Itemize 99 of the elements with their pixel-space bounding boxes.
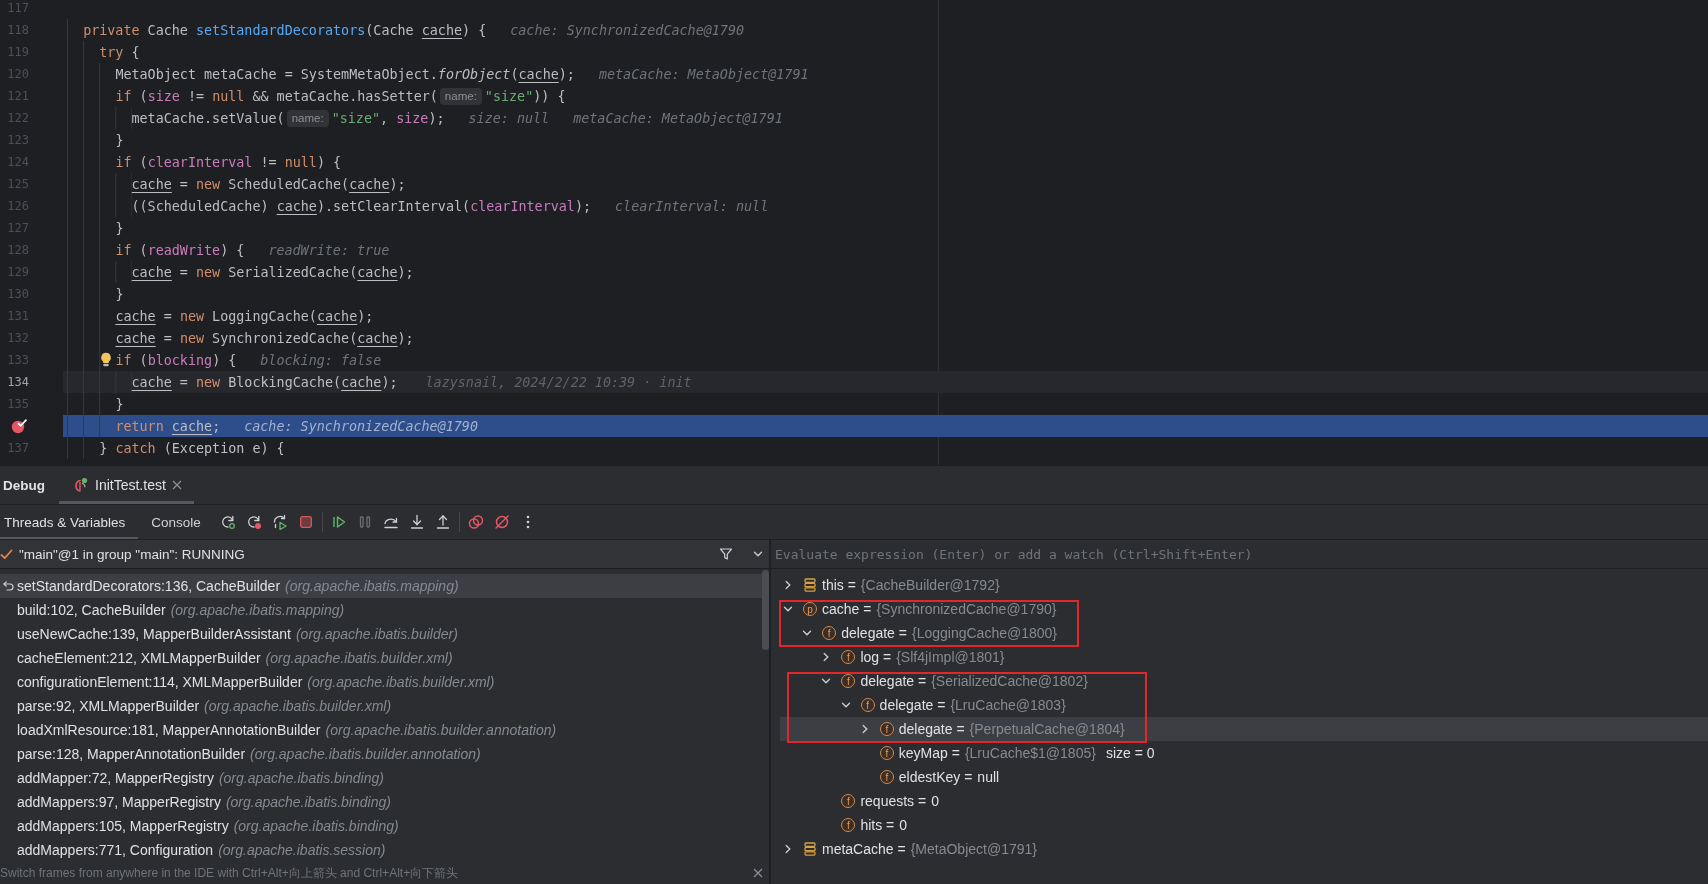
code-text: } bbox=[115, 286, 124, 302]
breakpoint-icon[interactable] bbox=[11, 418, 27, 434]
breakpoints-icon[interactable] bbox=[467, 514, 484, 530]
inline-value: readWrite: true bbox=[268, 242, 390, 258]
field-icon: f bbox=[879, 722, 894, 736]
stack-frame[interactable]: addMappers:105, MapperRegistry (org.apache.ibatis.binding) bbox=[0, 814, 762, 838]
inline-value: cache: SynchronizedCache@1790 bbox=[510, 22, 745, 38]
stack-frame[interactable]: parse:128, MapperAnnotationBuilder (org.apache.ibatis.builder.annotation) bbox=[0, 742, 762, 766]
stack-frame[interactable]: build:102, CacheBuilder (org.apache.ibatis.mapping) bbox=[0, 598, 762, 622]
variable-entry[interactable]: metaCache = {MetaObject@1791} bbox=[782, 840, 1037, 858]
variable-entry[interactable]: f delegate = {LoggingCache@1800} bbox=[801, 624, 1057, 642]
stack-frame[interactable]: addMappers:771, Configuration (org.apache.ibatis.session) bbox=[0, 838, 762, 862]
field-icon: f bbox=[822, 626, 837, 640]
field-icon: f bbox=[879, 746, 894, 760]
variable-entry[interactable]: f requests = 0 bbox=[820, 792, 939, 810]
stack-frame[interactable]: loadXmlResource:181, MapperAnnotationBuilder (org.apache.ibatis.builder.annotation) bbox=[0, 718, 762, 742]
stack-frame[interactable]: setStandardDecorators:136, CacheBuilder (org.apache.ibatis.mapping) bbox=[0, 574, 762, 598]
variable-entry[interactable]: f delegate = {LruCache@1803} bbox=[839, 696, 1066, 714]
chevron-right-icon[interactable] bbox=[783, 844, 793, 854]
field-icon: f bbox=[841, 674, 856, 688]
parameter-hint: name: bbox=[439, 87, 482, 105]
resume-icon[interactable] bbox=[330, 514, 347, 530]
close-icon[interactable] bbox=[171, 480, 182, 490]
inline-value: size: null bbox=[468, 110, 550, 126]
code-text: cache = new ScheduledCache(cache); bbox=[131, 176, 406, 192]
line-number: 134 bbox=[6, 375, 29, 389]
stack-frame[interactable]: configurationElement:114, XMLMapperBuilder (org.apache.ibatis.builder.xml) bbox=[0, 670, 762, 694]
variable-entry[interactable]: f keyMap = {LruCache$1@1805} size = 0 bbox=[858, 744, 1155, 762]
field-icon: f bbox=[841, 818, 856, 832]
code-text: cache = new LoggingCache(cache); bbox=[115, 308, 374, 324]
field-icon: f bbox=[841, 650, 856, 664]
code-text: cache = new SerializedCache(cache); bbox=[131, 264, 414, 280]
stack-frame[interactable]: cacheElement:212, XMLMapperBuilder (org.apache.ibatis.builder.xml) bbox=[0, 646, 762, 670]
inline-value: clearInterval: null bbox=[615, 198, 769, 214]
stack-frame[interactable]: addMappers:97, MapperRegistry (org.apache.ibatis.binding) bbox=[0, 790, 762, 814]
inline-value: cache: SynchronizedCache@1790 bbox=[244, 418, 478, 434]
code-text: ((ScheduledCache) cache).setClearInterval(clearInterval); bbox=[131, 198, 592, 214]
field-icon: f bbox=[841, 794, 856, 808]
code-text: } bbox=[115, 396, 124, 412]
code-text: } bbox=[115, 132, 124, 148]
lightbulb-icon[interactable] bbox=[100, 352, 113, 367]
inline-value: metaCache: MetaObject@1791 bbox=[573, 110, 783, 126]
close-icon[interactable] bbox=[753, 868, 763, 878]
variable-entry[interactable]: this = {CacheBuilder@1792} bbox=[782, 576, 1000, 594]
indent-guide bbox=[67, 371, 132, 393]
reload-play-icon[interactable] bbox=[271, 514, 288, 530]
code-text: cache = new BlockingCache(cache); bbox=[131, 374, 398, 390]
debug-icon bbox=[73, 477, 89, 493]
code-text: metaCache.setValue( bbox=[131, 110, 285, 126]
check-icon bbox=[0, 547, 13, 561]
session-tab[interactable]: InitTest.test bbox=[59, 466, 194, 504]
code-text: } catch (Exception e) { bbox=[99, 440, 285, 456]
step-out-icon[interactable] bbox=[434, 514, 451, 530]
code-text: return cache; bbox=[115, 418, 221, 434]
rerun-icon[interactable] bbox=[219, 514, 236, 530]
chevron-down-icon[interactable] bbox=[821, 676, 832, 686]
chevron-right-icon[interactable] bbox=[859, 724, 870, 734]
rerun-alert-icon[interactable] bbox=[245, 514, 262, 530]
code-text: if (clearInterval != null) { bbox=[115, 154, 342, 170]
code-text: if (size != null && metaCache.hasSetter( bbox=[115, 88, 438, 104]
code-text: MetaObject metaCache = SystemMetaObject.forObject(cache); bbox=[115, 66, 575, 82]
stack-icon bbox=[803, 578, 817, 592]
stack-frame[interactable]: useNewCache:139, MapperBuilderAssistant (org.apache.ibatis.builder) bbox=[0, 622, 762, 646]
scrollbar-thumb[interactable] bbox=[762, 570, 769, 650]
return-arrow-icon bbox=[2, 580, 14, 592]
stack-icon bbox=[803, 842, 817, 856]
code-text: if (blocking) { bbox=[115, 352, 237, 368]
code-text: try { bbox=[99, 44, 140, 60]
chevron-right-icon[interactable] bbox=[783, 580, 793, 590]
chevron-down-icon[interactable] bbox=[753, 549, 763, 559]
chevron-down-icon[interactable] bbox=[802, 628, 813, 638]
inline-value: blocking: false bbox=[260, 352, 382, 368]
parameter-icon: p bbox=[803, 602, 817, 616]
tool-window-title: Debug bbox=[3, 477, 45, 493]
variable-entry[interactable]: f log = {Slf4jImpl@1801} bbox=[820, 648, 1005, 666]
mute-breakpoints-icon[interactable] bbox=[493, 514, 510, 530]
variable-entry[interactable]: f hits = 0 bbox=[820, 816, 908, 834]
chevron-down-icon[interactable] bbox=[840, 700, 851, 710]
code-text: private Cache setStandardDecorators(Cache cache) { bbox=[83, 22, 487, 38]
code-text: "size")) { bbox=[484, 88, 566, 104]
code-text: cache = new SynchronizedCache(cache); bbox=[115, 330, 414, 346]
stack-frame[interactable]: parse:92, XMLMapperBuilder (org.apache.ibatis.builder.xml) bbox=[0, 694, 762, 718]
view-tab[interactable]: Console bbox=[138, 505, 214, 539]
variable-entry[interactable]: f delegate = {SerializedCache@1802} bbox=[820, 672, 1088, 690]
variable-entry[interactable]: p cache = {SynchronizedCache@1790} bbox=[782, 600, 1057, 618]
filter-icon[interactable] bbox=[719, 547, 733, 561]
code-text: } bbox=[115, 220, 124, 236]
step-into-icon[interactable] bbox=[408, 514, 425, 530]
field-icon: f bbox=[879, 770, 894, 784]
inline-value: metaCache: MetaObject@1791 bbox=[598, 66, 809, 82]
blame-annotation: lazysnail, 2024/2/22 10:39 · init bbox=[425, 374, 692, 390]
code-text: "size", size); bbox=[331, 110, 445, 126]
code-text: if (readWrite) { bbox=[115, 242, 245, 258]
stack-frame[interactable]: addMapper:72, MapperRegistry (org.apache.ibatis.binding) bbox=[0, 766, 762, 790]
field-icon: f bbox=[860, 698, 875, 712]
parameter-hint: name: bbox=[286, 109, 329, 127]
stop-icon[interactable] bbox=[297, 514, 314, 530]
variable-entry[interactable]: f eldestKey = null bbox=[858, 768, 1000, 786]
chevron-down-icon[interactable] bbox=[783, 604, 793, 614]
